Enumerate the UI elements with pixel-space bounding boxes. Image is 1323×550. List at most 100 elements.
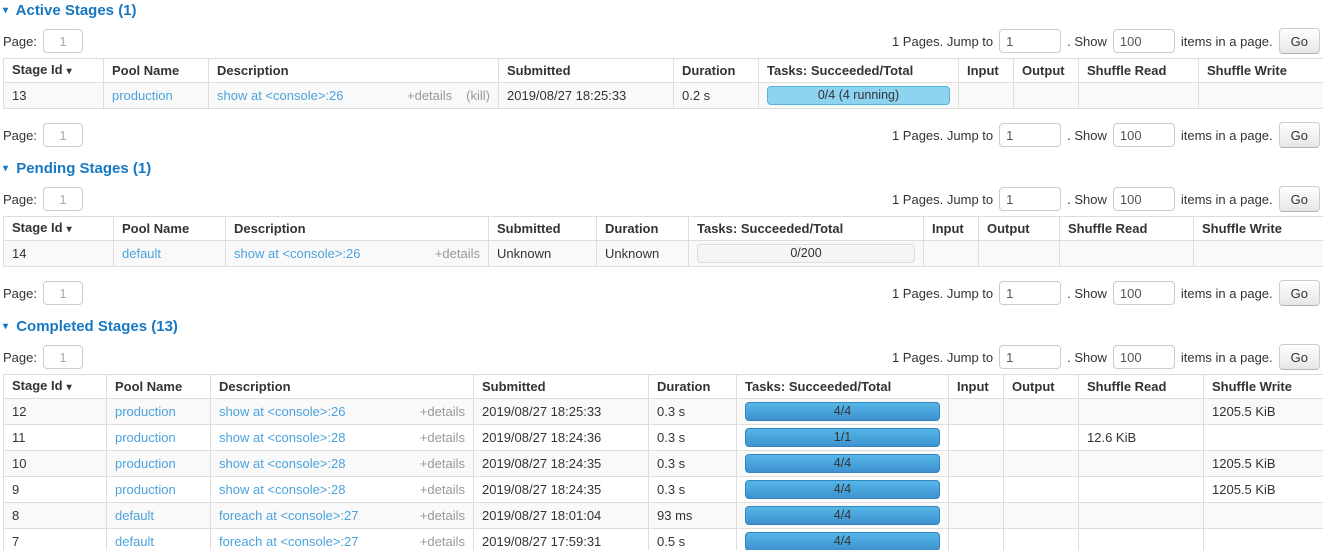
page-number-input[interactable] [43,345,83,369]
pool-name-link[interactable]: default [115,508,154,523]
column-header-stage-id[interactable]: Stage Id▾ [4,375,107,399]
completed-stages-title[interactable]: ▾ Completed Stages (13) [3,318,1320,335]
column-header-input[interactable]: Input [924,217,979,241]
pager-left: Page: [3,281,83,305]
go-button[interactable]: Go [1279,28,1320,54]
column-header-input[interactable]: Input [949,375,1004,399]
items-per-page-input[interactable] [1113,345,1175,369]
column-header-shuffle-write[interactable]: Shuffle Write [1204,375,1323,399]
shuffle-read-cell [1079,503,1204,529]
column-header-shuffle-write[interactable]: Shuffle Write [1199,59,1323,83]
column-header-stage-id[interactable]: Stage Id▾ [4,217,114,241]
task-progress-bar: 4/4 [745,454,940,473]
pool-name-link[interactable]: production [112,88,173,103]
details-toggle-link[interactable]: +details [420,430,465,445]
output-cell [1004,451,1079,477]
column-header-description[interactable]: Description [209,59,499,83]
details-toggle-link[interactable]: +details [420,508,465,523]
jump-to-page-input[interactable] [999,281,1061,305]
section-active-stages: ▾ Active Stages (1) Page:1 Pages. Jump to… [3,2,1320,147]
stage-description-link[interactable]: show at <console>:28 [219,430,345,445]
jump-to-page-input[interactable] [999,187,1061,211]
shuffle-read-cell [1060,241,1194,267]
page-number-input[interactable] [43,123,83,147]
stage-description-link[interactable]: show at <console>:28 [219,456,345,471]
page-number-input[interactable] [43,281,83,305]
stage-description-link[interactable]: show at <console>:26 [234,246,360,261]
column-header-shuffle-read[interactable]: Shuffle Read [1079,59,1199,83]
column-header-duration[interactable]: Duration [649,375,737,399]
show-label: . Show [1067,34,1107,49]
pager-active-stages-top: Page:1 Pages. Jump to. Showitems in a pa… [3,29,1320,53]
kill-stage-link[interactable]: (kill) [466,88,490,103]
column-header-output[interactable]: Output [979,217,1060,241]
stage-description-link[interactable]: foreach at <console>:27 [219,508,359,523]
go-button[interactable]: Go [1279,344,1320,370]
details-toggle-link[interactable]: +details [420,534,465,549]
details-toggle-link[interactable]: +details [407,88,452,103]
pages-count-text: 1 Pages. Jump to [892,128,993,143]
active-stages-title[interactable]: ▾ Active Stages (1) [3,2,1320,19]
column-header-submitted[interactable]: Submitted [489,217,597,241]
column-header-output[interactable]: Output [1004,375,1079,399]
duration-cell: 0.2 s [674,83,759,109]
stage-description-link[interactable]: show at <console>:26 [219,404,345,419]
column-header-shuffle-read[interactable]: Shuffle Read [1079,375,1204,399]
submitted-cell: Unknown [489,241,597,267]
stage-description-link[interactable]: foreach at <console>:27 [219,534,359,549]
column-header-submitted[interactable]: Submitted [474,375,649,399]
column-header-stage-id[interactable]: Stage Id▾ [4,59,104,83]
pool-name-link[interactable]: default [122,246,161,261]
column-header-tasks-succeeded-total[interactable]: Tasks: Succeeded/Total [689,217,924,241]
items-per-page-input[interactable] [1113,29,1175,53]
column-header-pool-name[interactable]: Pool Name [107,375,211,399]
stage-row: 7default+detailsforeach at <console>:272… [4,529,1323,550]
column-header-tasks-succeeded-total[interactable]: Tasks: Succeeded/Total [737,375,949,399]
description-cell: +details show at <console>:28 [211,477,474,503]
details-toggle-link[interactable]: +details [420,482,465,497]
column-header-shuffle-read[interactable]: Shuffle Read [1060,217,1194,241]
column-header-description[interactable]: Description [211,375,474,399]
go-button[interactable]: Go [1279,122,1320,148]
details-toggle-link[interactable]: +details [420,456,465,471]
column-header-pool-name[interactable]: Pool Name [114,217,226,241]
items-per-page-input[interactable] [1113,123,1175,147]
column-header-tasks-succeeded-total[interactable]: Tasks: Succeeded/Total [759,59,959,83]
column-header-duration[interactable]: Duration [597,217,689,241]
column-header-duration[interactable]: Duration [674,59,759,83]
column-header-description[interactable]: Description [226,217,489,241]
duration-cell: 0.3 s [649,425,737,451]
details-toggle-link[interactable]: +details [420,404,465,419]
column-header-pool-name[interactable]: Pool Name [104,59,209,83]
column-header-submitted[interactable]: Submitted [499,59,674,83]
column-header-output[interactable]: Output [1014,59,1079,83]
details-toggle-link[interactable]: +details [435,246,480,261]
task-progress-bar: 4/4 [745,402,940,421]
pool-name-link[interactable]: production [115,456,176,471]
items-per-page-input[interactable] [1113,187,1175,211]
input-cell [949,477,1004,503]
pool-name-link[interactable]: production [115,430,176,445]
pending-stages-title[interactable]: ▾ Pending Stages (1) [3,160,1320,177]
pool-name-link[interactable]: production [115,404,176,419]
go-button[interactable]: Go [1279,280,1320,306]
jump-to-page-input[interactable] [999,29,1061,53]
task-progress-bar: 4/4 [745,506,940,525]
page-number-input[interactable] [43,29,83,53]
submitted-cell: 2019/08/27 17:59:31 [474,529,649,550]
stage-description-link[interactable]: show at <console>:26 [217,88,343,103]
pages-count-text: 1 Pages. Jump to [892,192,993,207]
stage-description-link[interactable]: show at <console>:28 [219,482,345,497]
items-per-page-input[interactable] [1113,281,1175,305]
column-header-input[interactable]: Input [959,59,1014,83]
tasks-cell: 1/1 [737,425,949,451]
pool-name-link[interactable]: production [115,482,176,497]
duration-cell: 0.3 s [649,399,737,425]
go-button[interactable]: Go [1279,186,1320,212]
items-per-page-label: items in a page. [1181,350,1273,365]
jump-to-page-input[interactable] [999,123,1061,147]
pool-name-link[interactable]: default [115,534,154,549]
jump-to-page-input[interactable] [999,345,1061,369]
column-header-shuffle-write[interactable]: Shuffle Write [1194,217,1323,241]
page-number-input[interactable] [43,187,83,211]
